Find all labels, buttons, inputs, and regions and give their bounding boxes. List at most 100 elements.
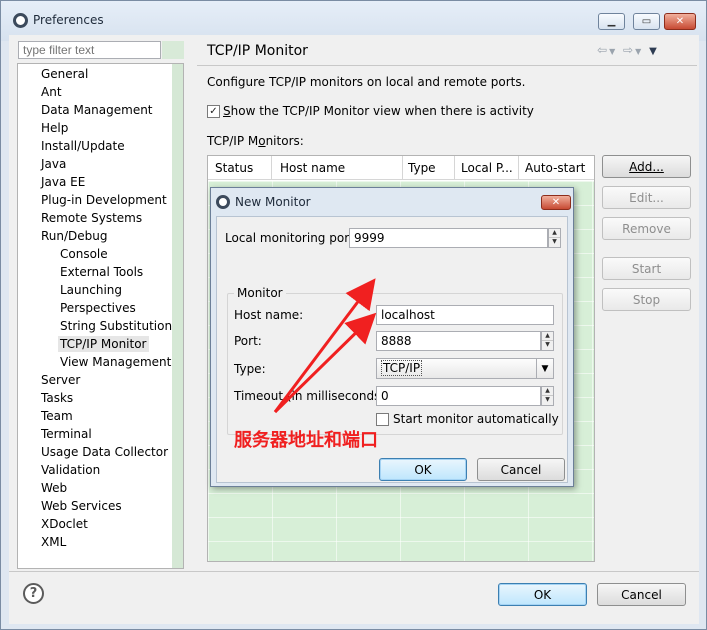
dialog-title: New Monitor bbox=[235, 195, 311, 209]
monitor-group-title: Monitor bbox=[234, 286, 286, 300]
eclipse-icon bbox=[13, 13, 28, 28]
page-title: TCP/IP Monitor bbox=[207, 43, 308, 59]
tree-item-data-management[interactable]: Data Management bbox=[41, 103, 153, 117]
column-type[interactable]: Type bbox=[408, 161, 436, 175]
show-view-label[interactable]: Show the TCP/IP Monitor view when there … bbox=[223, 104, 534, 118]
dropdown-arrow-icon[interactable]: ▼ bbox=[536, 359, 553, 378]
port-label: Port: bbox=[234, 334, 262, 348]
eclipse-icon bbox=[216, 195, 230, 209]
column-divider bbox=[454, 156, 455, 180]
column-status[interactable]: Status bbox=[215, 161, 253, 175]
port-spinner[interactable]: ▲ ▼ bbox=[541, 331, 554, 351]
start-automatically-label[interactable]: Start monitor automatically bbox=[393, 412, 559, 426]
column-local-port[interactable]: Local P... bbox=[461, 161, 513, 175]
dialog-close-button[interactable]: ✕ bbox=[541, 195, 571, 210]
local-port-spinner[interactable]: ▲ ▼ bbox=[548, 228, 561, 248]
timeout-field[interactable]: 0 bbox=[376, 386, 541, 406]
timeout-spinner[interactable]: ▲ ▼ bbox=[541, 386, 554, 406]
tree-item-tasks[interactable]: Tasks bbox=[41, 391, 73, 405]
forward-menu-icon[interactable]: ▼ bbox=[635, 47, 643, 56]
tree-item-java[interactable]: Java bbox=[41, 157, 66, 171]
close-icon: ✕ bbox=[551, 197, 561, 208]
local-port-field[interactable]: 9999 bbox=[349, 228, 548, 248]
maximize-button[interactable]: ▭ bbox=[633, 13, 660, 30]
monitor-group: Monitor Host name: localhost Port: 8888 … bbox=[227, 286, 563, 435]
host-name-label: Host name: bbox=[234, 308, 304, 322]
tree-item-console[interactable]: Console bbox=[60, 247, 108, 261]
table-header: Status Host name Type Local P... Auto-st… bbox=[208, 156, 594, 180]
start-button[interactable]: Start bbox=[602, 257, 691, 280]
start-automatically-checkbox[interactable] bbox=[376, 413, 389, 426]
tree-item-web[interactable]: Web bbox=[41, 481, 67, 495]
tree-item-usage-data-collector[interactable]: Usage Data Collector bbox=[41, 445, 168, 459]
dialog-ok-button[interactable]: OK bbox=[379, 458, 467, 481]
tree-item-team[interactable]: Team bbox=[41, 409, 73, 423]
back-icon[interactable]: ⇦ bbox=[597, 43, 609, 57]
tree-item-terminal[interactable]: Terminal bbox=[41, 427, 92, 441]
view-menu-icon[interactable]: ▼ bbox=[649, 46, 659, 57]
tree-item-plugin-development[interactable]: Plug-in Development bbox=[41, 193, 167, 207]
tree-item-perspectives[interactable]: Perspectives bbox=[60, 301, 136, 315]
tree-item-server[interactable]: Server bbox=[41, 373, 80, 387]
tree-item-launching[interactable]: Launching bbox=[60, 283, 122, 297]
show-view-checkbox[interactable]: ✓ bbox=[207, 105, 220, 118]
ok-button[interactable]: OK bbox=[498, 583, 587, 606]
minimize-icon: ▁ bbox=[607, 16, 616, 27]
page-description: Configure TCP/IP monitors on local and r… bbox=[207, 75, 526, 89]
filter-input[interactable] bbox=[18, 41, 161, 59]
dialog-cancel-button[interactable]: Cancel bbox=[477, 458, 565, 481]
tree-item-remote-systems[interactable]: Remote Systems bbox=[41, 211, 142, 225]
tree-item-help[interactable]: Help bbox=[41, 121, 68, 135]
page-navigation: ⇦▼ ⇨▼ ▼ bbox=[597, 43, 659, 57]
tree-item-string-substitution[interactable]: String Substitution bbox=[60, 319, 172, 333]
forward-icon[interactable]: ⇨ bbox=[623, 43, 635, 57]
timeout-label: Timeout (in milliseconds): bbox=[234, 389, 390, 403]
column-auto-start[interactable]: Auto-start bbox=[525, 161, 585, 175]
column-divider bbox=[518, 156, 519, 180]
column-divider bbox=[402, 156, 403, 180]
tree-item-validation[interactable]: Validation bbox=[41, 463, 100, 477]
cancel-button[interactable]: Cancel bbox=[597, 583, 686, 606]
tree-scrollbar[interactable] bbox=[172, 64, 183, 568]
annotation-label: 服务器地址和端口 bbox=[234, 430, 378, 451]
minimize-button[interactable]: ▁ bbox=[598, 13, 625, 30]
footer-divider bbox=[9, 571, 699, 572]
tree-item-java-ee[interactable]: Java EE bbox=[41, 175, 85, 189]
filter-clear-area[interactable] bbox=[162, 41, 184, 59]
spin-up-icon[interactable]: ▲ bbox=[542, 387, 553, 396]
tree-item-install-update[interactable]: Install/Update bbox=[41, 139, 125, 153]
spin-down-icon[interactable]: ▼ bbox=[542, 396, 553, 405]
column-host-name[interactable]: Host name bbox=[280, 161, 345, 175]
local-port-label: Local monitoring port: bbox=[225, 231, 358, 245]
help-icon[interactable]: ? bbox=[23, 583, 44, 604]
close-icon: ✕ bbox=[675, 16, 685, 27]
tree-item-web-services[interactable]: Web Services bbox=[41, 499, 122, 513]
tree-item-xml[interactable]: XML bbox=[41, 535, 66, 549]
stop-button[interactable]: Stop bbox=[602, 288, 691, 311]
window-title: Preferences bbox=[33, 13, 104, 27]
host-name-field[interactable]: localhost bbox=[376, 305, 554, 325]
checkmark-icon: ✓ bbox=[209, 106, 218, 117]
spin-down-icon[interactable]: ▼ bbox=[542, 341, 553, 350]
type-label: Type: bbox=[234, 362, 266, 376]
add-button[interactable]: Add... bbox=[602, 155, 691, 178]
tree-item-xdoclet[interactable]: XDoclet bbox=[41, 517, 88, 531]
remove-button[interactable]: Remove bbox=[602, 217, 691, 240]
tree-item-run-debug[interactable]: Run/Debug bbox=[41, 229, 108, 243]
preferences-tree: General Ant Data Management Help Install… bbox=[17, 63, 184, 569]
spin-up-icon[interactable]: ▲ bbox=[542, 332, 553, 341]
tree-item-view-management[interactable]: View Management bbox=[60, 355, 171, 369]
back-menu-icon[interactable]: ▼ bbox=[609, 47, 617, 56]
column-divider bbox=[271, 156, 272, 180]
type-select[interactable]: TCP/IP ▼ bbox=[376, 358, 554, 379]
tree-item-ant[interactable]: Ant bbox=[41, 85, 62, 99]
edit-button[interactable]: Edit... bbox=[602, 186, 691, 209]
tree-item-general[interactable]: General bbox=[41, 67, 88, 81]
tree-item-tcpip-monitor[interactable]: TCP/IP Monitor bbox=[58, 336, 149, 352]
spin-down-icon[interactable]: ▼ bbox=[549, 238, 560, 247]
port-field[interactable]: 8888 bbox=[376, 331, 541, 351]
close-button[interactable]: ✕ bbox=[664, 13, 696, 30]
tree-item-external-tools[interactable]: External Tools bbox=[60, 265, 143, 279]
spin-up-icon[interactable]: ▲ bbox=[549, 229, 560, 238]
maximize-icon: ▭ bbox=[641, 16, 652, 27]
